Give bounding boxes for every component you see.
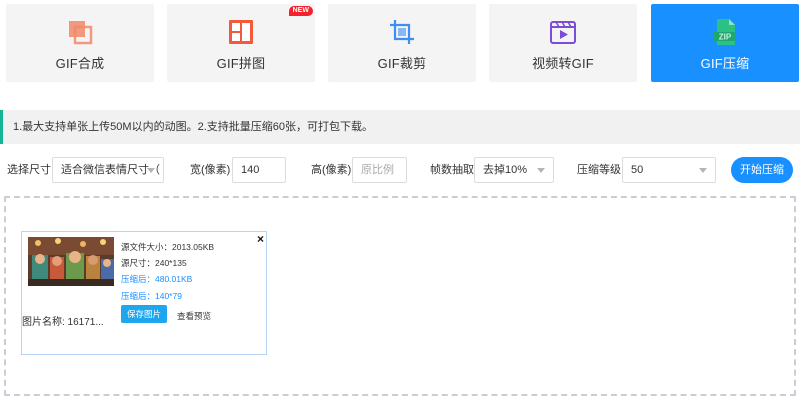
width-label: 宽(像素) [190, 164, 231, 176]
tab-gif-collage[interactable]: NEW GIF拼图 [167, 4, 315, 82]
tool-tabs: GIF合成 NEW GIF拼图 GIF裁剪 视频转GIF ZIP GIF压缩 [6, 4, 799, 82]
chevron-down-icon [147, 168, 155, 173]
gif-thumbnail [28, 237, 114, 286]
height-input[interactable]: 原比例 [352, 157, 407, 183]
gif-collage-icon [227, 18, 255, 46]
gif-merge-icon [66, 18, 94, 46]
source-size: 源文件大小：2013.05KB [121, 242, 215, 252]
size-label: 选择尺寸 [7, 164, 51, 176]
compressed-size: 压缩后：480.01KB [121, 274, 193, 284]
frame-select[interactable]: 去掉10% [474, 157, 554, 183]
video-to-gif-icon [549, 18, 577, 46]
file-name: 图片名称: 16171... [22, 317, 104, 328]
size-select[interactable]: 适合微信表情尺寸（ [52, 157, 164, 183]
frame-label: 帧数抽取 [430, 164, 474, 176]
tab-gif-crop[interactable]: GIF裁剪 [328, 4, 476, 82]
tab-gif-compress[interactable]: ZIP GIF压缩 [651, 4, 799, 82]
level-select-value: 50 [631, 164, 644, 176]
start-compress-button[interactable]: 开始压缩 [731, 157, 793, 183]
tab-label: GIF裁剪 [377, 56, 427, 71]
tab-label: GIF压缩 [700, 56, 750, 71]
tab-video-to-gif[interactable]: 视频转GIF [489, 4, 637, 82]
chevron-down-icon [537, 168, 545, 173]
tab-label: 视频转GIF [532, 56, 594, 71]
level-label: 压缩等级 [577, 164, 621, 176]
new-badge: NEW [288, 6, 313, 16]
file-card: × 源文件大小：2013.05KB 源尺寸：240*135 压缩后：480.01… [21, 231, 267, 355]
tab-gif-merge[interactable]: GIF合成 [6, 4, 154, 82]
width-input[interactable]: 140 [232, 157, 286, 183]
tab-label: GIF合成 [55, 56, 105, 71]
gif-crop-icon [388, 18, 416, 46]
compressed-dims: 压缩后：140*79 [121, 291, 182, 301]
close-icon[interactable]: × [257, 232, 264, 246]
view-preview-link[interactable]: 查看预览 [177, 310, 211, 322]
save-image-button[interactable]: 保存图片 [121, 305, 167, 323]
settings-row: 选择尺寸 适合微信表情尺寸（ 宽(像素) 140 高(像素) 原比例 帧数抽取 … [0, 157, 800, 183]
height-label: 高(像素) [311, 164, 352, 176]
size-select-value: 适合微信表情尺寸（ [61, 164, 160, 176]
frame-select-value: 去掉10% [483, 164, 528, 176]
source-dims: 源尺寸：240*135 [121, 258, 187, 268]
zip-icon: ZIP [711, 18, 739, 46]
zip-icon-text: ZIP [719, 33, 732, 42]
notice-bar: 1.最大支持单张上传50M以内的动图。2.支持批量压缩60张，可打包下载。 [0, 110, 800, 144]
level-select[interactable]: 50 [622, 157, 716, 183]
chevron-down-icon [699, 168, 707, 173]
tab-label: GIF拼图 [216, 56, 266, 71]
